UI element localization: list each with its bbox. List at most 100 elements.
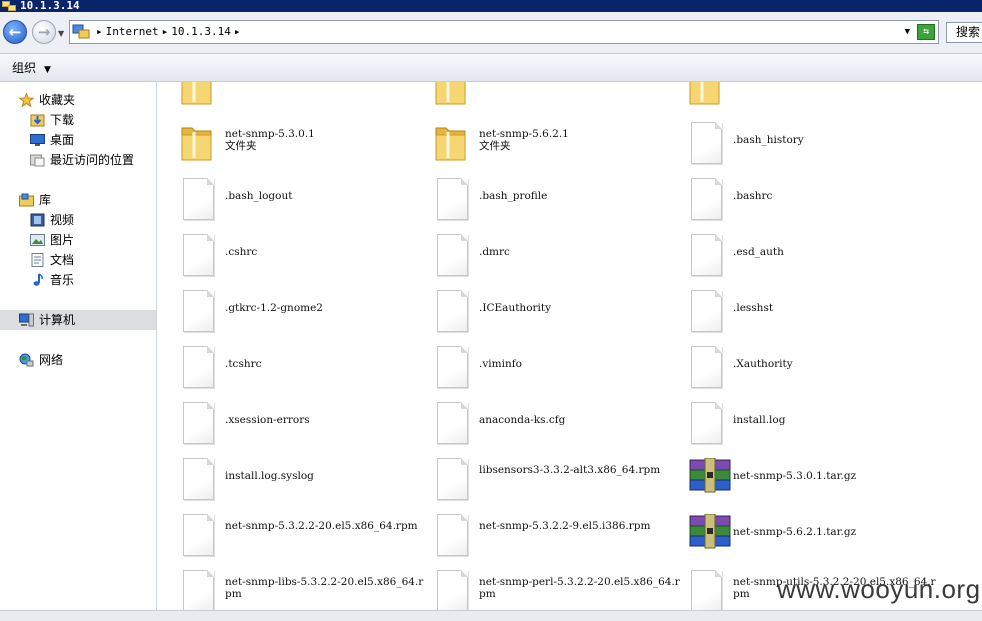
file-name-text: .bash_profile (479, 190, 548, 202)
document-icon (691, 234, 722, 276)
forward-button[interactable]: → (32, 20, 56, 44)
folder-item[interactable]: 文件夹 (434, 82, 688, 118)
nav-computer[interactable]: 计算机 (0, 310, 156, 330)
nav-network[interactable]: 网络 (0, 350, 156, 370)
recent-pages-dropdown[interactable]: ▼ (58, 29, 64, 38)
nav-favorites[interactable]: 收藏夹 (0, 90, 156, 110)
file-name: libsensors3-3.3.2-alt3.x86_64.rpm (479, 464, 684, 476)
file-name: net-snmp-5.3.0.1.tar.gz (733, 470, 938, 482)
file-name: net-snmp-5.6.2.1 文件夹 (479, 128, 684, 152)
folder-icon (181, 127, 212, 161)
crumb-separator: ▸ (96, 25, 103, 38)
nav-label: 库 (39, 193, 52, 207)
nav-videos[interactable]: 视频 (0, 210, 156, 230)
nav-music[interactable]: 音乐 (0, 270, 156, 290)
file-type-text: 文件夹 (479, 140, 511, 152)
nav-label: 图片 (50, 233, 75, 247)
nav-label: 网络 (39, 353, 64, 367)
file-item[interactable]: .bash_logout (180, 178, 434, 230)
nav-label: 文档 (50, 253, 75, 267)
nav-downloads[interactable]: 下载 (0, 110, 156, 130)
file-name: .bashrc (733, 190, 938, 202)
back-button[interactable]: ← (3, 20, 27, 44)
folder-item[interactable]: 文件夹 (688, 82, 942, 118)
file-item[interactable]: .Xauthority (688, 346, 942, 398)
folder-item[interactable]: 文件夹 (180, 82, 434, 118)
music-icon (33, 273, 43, 286)
file-name-text: .ICEauthority (479, 302, 552, 314)
file-name-text: anaconda-ks.cfg (479, 414, 566, 426)
file-name-text: .xsession-errors (225, 414, 310, 426)
file-name-text: net-snmp-5.3.2.2-20.el5.x86_64.rpm (225, 520, 418, 532)
refresh-button[interactable]: ⇆ (917, 24, 935, 40)
file-item[interactable]: .viminfo (434, 346, 688, 398)
file-item[interactable]: .bashrc (688, 178, 942, 230)
file-item[interactable]: .cshrc (180, 234, 434, 286)
crumb-host[interactable]: 10.1.3.14 (171, 25, 231, 38)
file-item[interactable]: .gtkrc-1.2-gnome2 (180, 290, 434, 342)
file-item[interactable]: .lesshst (688, 290, 942, 342)
file-name-text: .bashrc (733, 190, 773, 202)
file-name-text: .Xauthority (733, 358, 793, 370)
file-item[interactable]: install.log (688, 402, 942, 454)
nav-pictures[interactable]: 图片 (0, 230, 156, 250)
file-item[interactable]: .bash_profile (434, 178, 688, 230)
file-name: .tcshrc (225, 358, 430, 370)
organize-label: 组织 (12, 61, 37, 75)
crumb-separator: ▸ (233, 25, 241, 38)
file-item[interactable]: net-snmp-perl-5.3.2.2-20.el5.x86_64.rpm (434, 570, 688, 610)
file-name: .ICEauthority (479, 302, 684, 314)
file-name: .esd_auth (733, 246, 938, 258)
file-item[interactable]: .xsession-errors (180, 402, 434, 454)
document-icon (183, 402, 214, 444)
archive-item[interactable]: net-snmp-5.6.2.1.tar.gz (688, 514, 942, 566)
document-icon (437, 402, 468, 444)
document-icon (183, 290, 214, 332)
computer-icon (19, 313, 34, 327)
nav-documents[interactable]: 文档 (0, 250, 156, 270)
file-item[interactable]: libsensors3-3.3.2-alt3.x86_64.rpm (434, 458, 688, 510)
nav-desktop[interactable]: 桌面 (0, 130, 156, 150)
nav-label: 计算机 (39, 313, 76, 327)
documents-icon (31, 253, 44, 267)
document-icon (437, 570, 468, 610)
address-field[interactable]: ▸ Internet ▸ 10.1.3.14 ▸ ▼ ⇆ (69, 20, 939, 44)
file-item[interactable]: .esd_auth (688, 234, 942, 286)
nav-libraries[interactable]: 库 (0, 190, 156, 210)
folder-item[interactable]: net-snmp-5.6.2.1 文件夹 (434, 122, 688, 174)
file-item[interactable]: anaconda-ks.cfg (434, 402, 688, 454)
nav-recent-places[interactable]: 最近访问的位置 (0, 150, 156, 170)
search-input[interactable]: 搜索 (946, 22, 982, 43)
file-name-text: libsensors3-3.3.2-alt3.x86_64.rpm (479, 464, 661, 476)
file-name-text: net-snmp-5.6.2.1.tar.gz (733, 526, 857, 538)
file-name-text: .cshrc (225, 246, 258, 258)
nav-label: 下载 (50, 113, 75, 127)
crumb-internet[interactable]: Internet (106, 25, 159, 38)
video-icon (30, 213, 45, 227)
document-icon (183, 178, 214, 220)
folder-item[interactable]: net-snmp-5.3.0.1 文件夹 (180, 122, 434, 174)
file-name: install.log (733, 414, 938, 426)
file-item[interactable]: .dmrc (434, 234, 688, 286)
file-item[interactable]: net-snmp-libs-5.3.2.2-20.el5.x86_64.rpm (180, 570, 434, 610)
file-item[interactable]: net-snmp-5.3.2.2-9.el5.i386.rpm (434, 514, 688, 566)
document-icon (691, 122, 722, 164)
file-name: .lesshst (733, 302, 938, 314)
file-item[interactable]: install.log.syslog (180, 458, 434, 510)
archive-item[interactable]: net-snmp-5.3.0.1.tar.gz (688, 458, 942, 510)
file-item[interactable]: .tcshrc (180, 346, 434, 398)
back-arrow-icon: ← (8, 23, 22, 41)
address-dropdown-icon[interactable]: ▼ (905, 21, 910, 43)
file-name-text: .tcshrc (225, 358, 262, 370)
folder-icon (435, 82, 466, 105)
file-item[interactable]: .bash_history (688, 122, 942, 174)
winrar-archive-icon (689, 514, 731, 549)
folder-icon (689, 82, 720, 105)
file-item[interactable]: .ICEauthority (434, 290, 688, 342)
file-item[interactable]: net-snmp-5.3.2.2-20.el5.x86_64.rpm (180, 514, 434, 566)
address-toolbar: ← → ▼ ▸ Internet ▸ 10.1.3.14 ▸ ▼ ⇆ 搜索 (0, 13, 982, 54)
watermark: www.wooyun.org (777, 574, 981, 604)
organize-button[interactable]: 组织 ▼ (12, 59, 51, 76)
document-icon (183, 570, 214, 610)
document-icon (183, 234, 214, 276)
